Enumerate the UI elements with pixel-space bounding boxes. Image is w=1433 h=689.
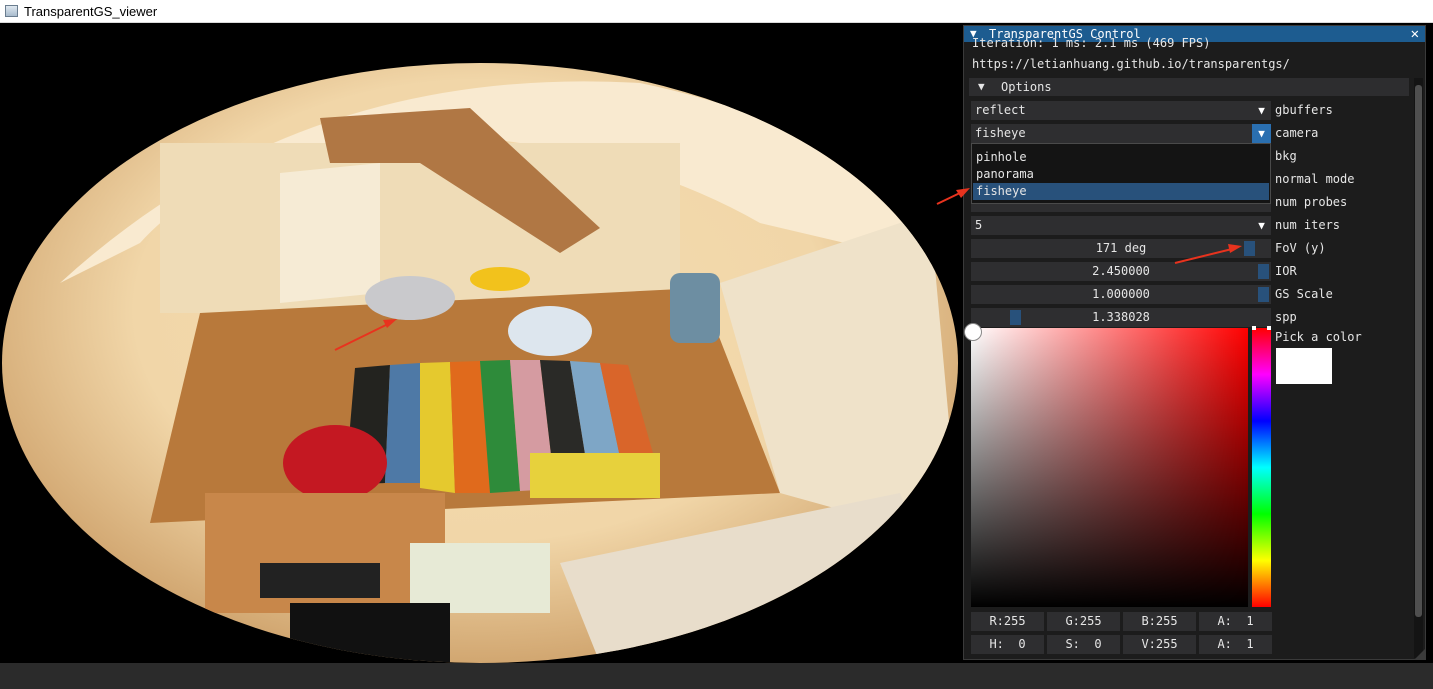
camera-label: camera [1275, 126, 1319, 140]
scrollbar-thumb[interactable] [1415, 85, 1422, 617]
options-header[interactable]: ▼ Options [969, 78, 1409, 96]
slider-grab[interactable] [1010, 310, 1021, 325]
hue-bar[interactable] [1252, 328, 1271, 607]
bottom-strip [0, 663, 1433, 689]
camera-option-panorama[interactable]: panorama [973, 166, 1269, 183]
b-field[interactable]: B:255 [1123, 612, 1196, 631]
slider-grab[interactable] [1258, 287, 1269, 302]
fps-info: Iteration: 1 ms: 2.1 ms (469 FPS) [972, 36, 1211, 50]
camera-combo[interactable]: fisheye ▼ [971, 124, 1271, 143]
spp-label: spp [1275, 310, 1297, 324]
fov-label: FoV (y) [1275, 241, 1326, 255]
picker-cursor[interactable] [964, 323, 982, 341]
camera-option-pinhole[interactable]: pinhole [973, 149, 1269, 166]
h-field[interactable]: H: 0 [971, 635, 1044, 654]
close-icon[interactable]: ✕ [1411, 26, 1419, 42]
fov-slider[interactable]: 171 deg [971, 239, 1271, 258]
collapse-triangle-icon: ▼ [978, 80, 985, 93]
resize-grip[interactable] [1415, 649, 1425, 659]
gs-scale-slider[interactable]: 1.000000 [971, 285, 1271, 304]
num-iters-value: 5 [975, 218, 983, 232]
panel-scrollbar[interactable] [1414, 78, 1423, 658]
color-swatch[interactable] [1276, 348, 1332, 384]
camera-option-fisheye[interactable]: fisheye [973, 183, 1269, 200]
saturation-value-picker[interactable] [971, 328, 1248, 607]
slider-grab[interactable] [1244, 241, 1255, 256]
window-titlebar: TransparentGS_viewer [0, 0, 1433, 23]
window-title: TransparentGS_viewer [24, 4, 158, 19]
num-iters-combo[interactable]: 5 ▼ [971, 216, 1271, 235]
ior-label: IOR [1275, 264, 1297, 278]
chevron-down-icon: ▼ [1258, 104, 1265, 117]
fisheye-render [2, 63, 958, 663]
pick-color-label: Pick a color [1275, 330, 1362, 344]
camera-value: fisheye [975, 126, 1026, 140]
spp-slider[interactable]: 1.338028 [971, 308, 1271, 327]
camera-dropdown-list: pinhole panorama fisheye [971, 143, 1271, 204]
fov-value: 171 deg [1095, 241, 1147, 255]
slider-grab[interactable] [1258, 264, 1269, 279]
g-field[interactable]: G:255 [1047, 612, 1120, 631]
v-field[interactable]: V:255 [1123, 635, 1196, 654]
hue-marker[interactable] [1252, 326, 1271, 330]
ior-slider[interactable]: 2.450000 [971, 262, 1271, 281]
ior-value: 2.450000 [1092, 264, 1150, 278]
r-field[interactable]: R:255 [971, 612, 1044, 631]
project-url: https://letianhuang.github.io/transparen… [972, 57, 1290, 71]
num-probes-label: num probes [1275, 195, 1348, 209]
control-panel: ▼ TransparentGS Control ✕ Iteration: 1 m… [963, 25, 1426, 660]
num-iters-label: num iters [1275, 218, 1341, 232]
gs-scale-value: 1.000000 [1092, 287, 1150, 301]
a-hsv-field[interactable]: A: 1 [1199, 635, 1272, 654]
a-field[interactable]: A: 1 [1199, 612, 1272, 631]
render-viewport[interactable] [0, 23, 960, 663]
chevron-down-icon: ▼ [1252, 124, 1271, 143]
gbuffers-combo[interactable]: reflect ▼ [971, 101, 1271, 120]
chevron-down-icon: ▼ [1258, 219, 1265, 232]
bkg-label: bkg [1275, 149, 1297, 163]
gs-scale-label: GS Scale [1275, 287, 1333, 301]
app-icon [5, 5, 18, 17]
normal-mode-label: normal mode [1275, 172, 1355, 186]
options-header-label: Options [1001, 80, 1052, 94]
gbuffers-label: gbuffers [1275, 103, 1333, 117]
gbuffers-value: reflect [975, 103, 1026, 117]
s-field[interactable]: S: 0 [1047, 635, 1120, 654]
